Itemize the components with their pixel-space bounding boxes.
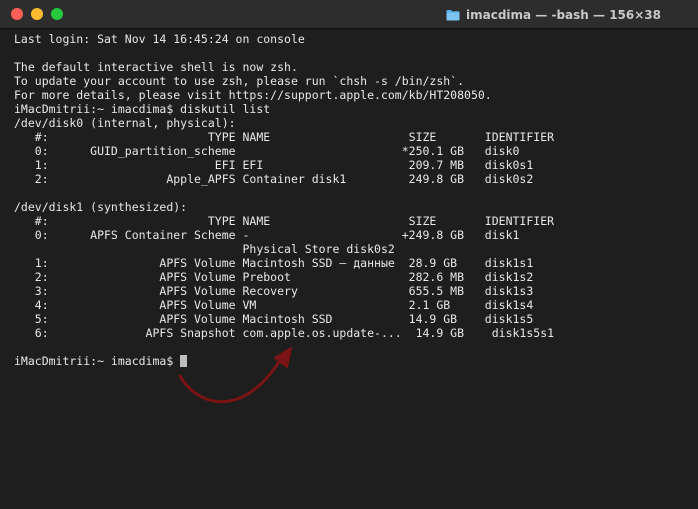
- text-cursor: [180, 355, 188, 367]
- terminal-line: /dev/disk1 (synthesized):: [14, 200, 188, 214]
- terminal-line: #: TYPE NAME SIZE IDENTIFIER: [14, 214, 555, 228]
- terminal-line: 2: APFS Volume Preboot 282.6 MB disk1s2: [14, 270, 534, 284]
- terminal-line: Physical Store disk0s2: [14, 242, 395, 256]
- folder-icon: [446, 10, 460, 21]
- terminal-line: 0: APFS Container Scheme - +249.8 GB dis…: [14, 228, 520, 242]
- terminal-line: To update your account to use zsh, pleas…: [14, 74, 465, 88]
- terminal-line: 1: APFS Volume Macintosh SSD — данные 28…: [14, 256, 534, 270]
- terminal-line: 0: GUID_partition_scheme *250.1 GB disk0: [14, 144, 520, 158]
- close-button[interactable]: [11, 8, 23, 20]
- terminal-line: #: TYPE NAME SIZE IDENTIFIER: [14, 130, 555, 144]
- title-bar[interactable]: imacdima — -bash — 156×38: [0, 0, 698, 29]
- prompt-line: iMacDmitrii:~ imacdima$: [14, 354, 698, 368]
- terminal-line: 4: APFS Volume VM 2.1 GB disk1s4: [14, 298, 534, 312]
- terminal-line: 3: APFS Volume Recovery 655.5 MB disk1s3: [14, 284, 534, 298]
- terminal-line: /dev/disk0 (internal, physical):: [14, 116, 236, 130]
- terminal-line: The default interactive shell is now zsh…: [14, 60, 298, 74]
- terminal-window: imacdima — -bash — 156×38 Last login: Sa…: [0, 0, 698, 509]
- terminal-output[interactable]: Last login: Sat Nov 14 16:45:24 on conso…: [14, 32, 698, 509]
- terminal-line: iMacDmitrii:~ imacdima$ diskutil list: [14, 102, 271, 116]
- terminal-line: For more details, please visit https://s…: [14, 88, 492, 102]
- minimize-button[interactable]: [31, 8, 43, 20]
- window-title: imacdima — -bash — 156×38: [466, 8, 661, 22]
- maximize-button[interactable]: [51, 8, 63, 20]
- prompt-text: iMacDmitrii:~ imacdima$: [14, 354, 181, 368]
- terminal-line: 1: EFI EFI 209.7 MB disk0s1: [14, 158, 534, 172]
- terminal-line: 6: APFS Snapshot com.apple.os.update-...…: [14, 326, 555, 340]
- terminal-line: Last login: Sat Nov 14 16:45:24 on conso…: [14, 32, 305, 46]
- window-title-group: imacdima — -bash — 156×38: [446, 7, 661, 23]
- terminal-line: 5: APFS Volume Macintosh SSD 14.9 GB dis…: [14, 312, 534, 326]
- terminal-line: 2: Apple_APFS Container disk1 249.8 GB d…: [14, 172, 534, 186]
